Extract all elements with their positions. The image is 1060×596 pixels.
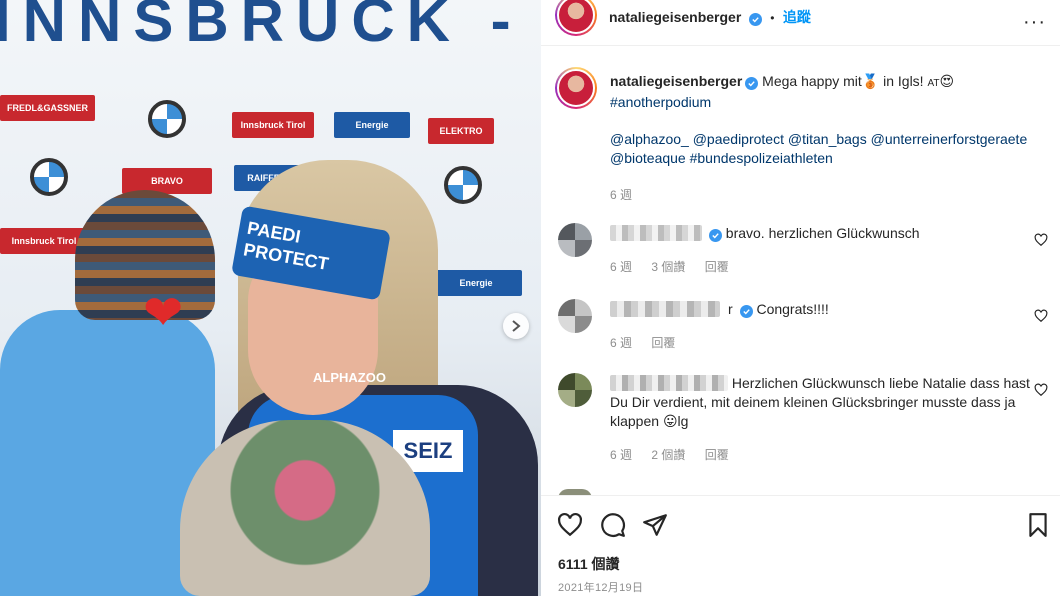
likes-count[interactable]: 6111 個讚 <box>558 554 620 574</box>
author-avatar[interactable] <box>555 0 597 36</box>
commenter-username[interactable] <box>610 301 720 317</box>
flag-emoji: AT <box>927 78 940 89</box>
comment-meta: 6 週 回覆 <box>610 334 691 351</box>
caption-username[interactable]: nataliegeisenberger <box>610 73 742 89</box>
comment-bubble-icon[interactable] <box>600 512 626 538</box>
comment-text: lg <box>677 413 689 429</box>
carousel-next-button[interactable] <box>503 313 529 339</box>
comment-time[interactable]: 6 週 <box>610 448 632 462</box>
share-paper-plane-icon[interactable] <box>642 512 668 538</box>
post-side-panel: nataliegeisenberger • 追蹤 ··· nataliegeis… <box>541 0 1060 596</box>
reply-button[interactable]: 回覆 <box>705 260 729 274</box>
commenter-avatar[interactable] <box>558 223 592 257</box>
comment-text: Congrats!!!! <box>756 301 829 317</box>
sponsor-logo: Energie <box>334 112 410 138</box>
reply-button[interactable]: 回覆 <box>651 336 675 350</box>
tongue-emoji: 😛 <box>662 413 678 429</box>
bmw-logo-icon <box>148 100 186 138</box>
comment-likes[interactable]: 3 個讚 <box>651 260 685 274</box>
jersey-text: ALPHAZOO <box>313 370 386 385</box>
hashtag-link[interactable]: #bundespolizeiathleten <box>690 150 833 166</box>
medal-emoji: 🥉 <box>861 73 880 89</box>
comment-time[interactable]: 6 週 <box>610 260 632 274</box>
commenter-avatar[interactable] <box>558 299 592 333</box>
mention-link[interactable]: @bioteaque <box>610 150 686 166</box>
reply-button[interactable]: 回覆 <box>705 448 729 462</box>
verified-badge-icon <box>745 77 759 90</box>
verified-badge-icon <box>748 13 762 26</box>
commenter-avatar[interactable] <box>558 373 592 407</box>
heart-sticker-icon: ❤ <box>143 287 184 340</box>
caption: nataliegeisenberger Mega happy mit🥉 in I… <box>610 72 1030 205</box>
sponsor-logo: ELEKTRO <box>428 118 494 144</box>
follow-button[interactable]: 追蹤 <box>783 9 811 25</box>
verified-badge-icon <box>739 305 753 318</box>
mention-link[interactable]: @unterreinerforstgeraete <box>871 131 1028 147</box>
like-heart-icon[interactable] <box>557 512 583 538</box>
author-username[interactable]: nataliegeisenberger <box>609 9 741 25</box>
sponsor-logo: FREDL&GASSNER <box>0 95 95 121</box>
commenter-username[interactable] <box>610 225 702 241</box>
verified-badge-icon <box>708 229 722 242</box>
hashtag-link[interactable]: #anotherpodium <box>610 94 711 110</box>
comment-likes[interactable]: 2 個讚 <box>651 448 685 462</box>
post-header: nataliegeisenberger • 追蹤 ··· <box>541 0 1060 46</box>
comment-meta: 6 週 2 個讚 回覆 <box>610 446 745 463</box>
like-comment-heart-icon[interactable] <box>1034 309 1048 323</box>
commenter-username-suffix: r <box>728 301 733 317</box>
flower-bouquet <box>180 420 430 596</box>
caption-time[interactable]: 6 週 <box>610 186 1030 205</box>
comment-meta: 6 週 3 個讚 回覆 <box>610 258 745 275</box>
more-options-icon[interactable]: ··· <box>1023 11 1046 34</box>
caption-text: Mega happy mit <box>762 73 862 89</box>
like-comment-heart-icon[interactable] <box>1034 233 1048 247</box>
commenter-username[interactable] <box>610 375 728 391</box>
comment-text: bravo. herzlichen Glückwunsch <box>725 225 920 241</box>
post-actions: 6111 個讚 2021年12月19日 <box>541 495 1060 596</box>
like-comment-heart-icon[interactable] <box>1034 383 1048 397</box>
caption-avatar[interactable] <box>555 67 597 109</box>
mention-link[interactable]: @titan_bags <box>788 131 867 147</box>
save-bookmark-icon[interactable] <box>1025 512 1051 538</box>
post-date[interactable]: 2021年12月19日 <box>558 579 643 595</box>
banner-text: INNSBRUCK - IGL <box>0 0 541 54</box>
post-photo[interactable]: INNSBRUCK - IGL FREDL&GASSNER Innsbruck … <box>0 0 541 596</box>
sponsor-logo: Innsbruck Tirol <box>232 112 314 138</box>
caption-text: in Igls! <box>879 73 928 89</box>
mention-link[interactable]: @alphazoo_ <box>610 131 689 147</box>
chevron-right-icon <box>512 320 521 332</box>
comment-time[interactable]: 6 週 <box>610 336 632 350</box>
comments-scroll-area[interactable]: nataliegeisenberger Mega happy mit🥉 in I… <box>541 47 1060 495</box>
separator-dot: • <box>770 11 775 25</box>
heart-eyes-emoji: 😍 <box>939 73 955 89</box>
mention-link[interactable]: @paediprotect <box>693 131 784 147</box>
